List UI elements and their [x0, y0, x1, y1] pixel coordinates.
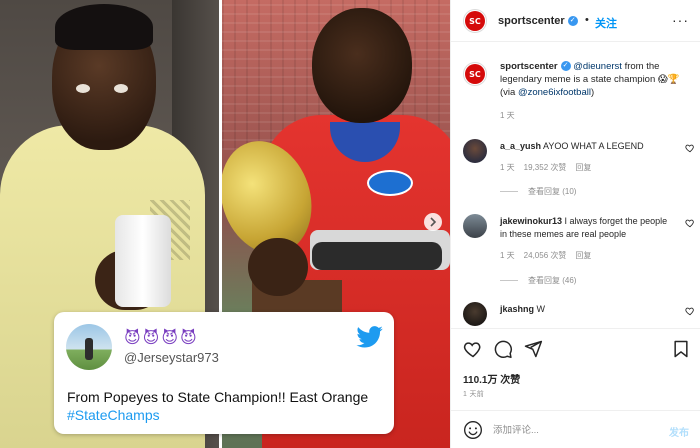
sc-logo-mark: SC: [465, 64, 485, 84]
comment-time: 1 天: [500, 251, 515, 260]
boy-eye: [76, 84, 90, 93]
comment-meta: 1 天 24,056 次赞 回复: [500, 250, 600, 261]
verified-icon: ✓: [567, 16, 578, 27]
comment-bubble-icon[interactable]: [493, 339, 513, 359]
caption-mention-dieunerst[interactable]: @dieunerst: [573, 61, 622, 72]
next-image-button[interactable]: [424, 213, 442, 231]
caption-body: sportscenter ✓ @dieunerst from the legend…: [500, 60, 696, 99]
comment-likes[interactable]: 24,056 次赞: [524, 251, 567, 260]
view-replies-button[interactable]: 查看回复 (46): [500, 275, 576, 286]
header-separator: •: [585, 14, 589, 26]
view-replies-label: 查看回复 (10): [528, 187, 577, 196]
tweet-handle: @Jerseystar973: [124, 350, 219, 365]
boy-hair: [55, 4, 153, 50]
comment-item: jkashng W: [463, 302, 695, 326]
likes-count[interactable]: 110.1万 次赞: [463, 371, 520, 386]
tweet-avatar: [66, 324, 112, 370]
comment-text: W: [536, 304, 546, 314]
player-head: [312, 8, 412, 123]
comment-body: a_a_yush AYOO WHAT A LEGEND: [500, 140, 670, 153]
view-replies-button[interactable]: 查看回复 (10): [500, 186, 576, 197]
replies-line: [500, 280, 518, 282]
comment-like-heart-icon[interactable]: [685, 143, 695, 153]
sportscenter-logo: SC: [463, 62, 487, 86]
caption-time: 1 天: [500, 111, 515, 120]
comment-composer: 发布: [451, 410, 700, 448]
comment-username[interactable]: jkashng: [500, 304, 534, 314]
post-header: SC sportscenter ✓ • 关注 ···: [451, 0, 700, 42]
tweet-card: 😈😈😈😈 @Jerseystar973 From Popeyes to Stat…: [54, 312, 394, 434]
emoji-smiley-icon[interactable]: [463, 420, 483, 440]
commenter-avatar[interactable]: [463, 139, 487, 163]
caption-via-prefix: (via: [500, 87, 518, 98]
twitter-bird-icon: [356, 326, 383, 348]
comment-reply-button[interactable]: 回复: [575, 163, 591, 172]
caption-mention-zone6ix[interactable]: @zone6ixfootball: [518, 87, 591, 98]
comment-meta: 1 天 19,352 次赞 回复: [500, 162, 600, 173]
comment-username[interactable]: jakewinokur13: [500, 216, 562, 226]
view-replies-label: 查看回复 (46): [528, 276, 577, 285]
player-hand: [248, 238, 308, 296]
comment-item: jakewinokur13 I always forget the people…: [463, 214, 695, 286]
sc-logo-mark: SC: [465, 11, 485, 31]
header-username-text: sportscenter: [498, 15, 565, 27]
save-bookmark-icon[interactable]: [671, 339, 691, 359]
pads-strap: [312, 242, 442, 270]
comment-text: AYOO WHAT A LEGEND: [543, 141, 644, 151]
team-logo: [367, 170, 413, 196]
tweet-text: From Popeyes to State Champion!! East Or…: [67, 388, 387, 424]
comment-body: jakewinokur13 I always forget the people…: [500, 215, 670, 241]
post-panel: SC sportscenter ✓ • 关注 ··· SC sportscente…: [450, 0, 700, 448]
share-send-icon[interactable]: [523, 339, 543, 359]
comment-body: jkashng W: [500, 303, 670, 316]
post-media[interactable]: 😈😈😈😈 @Jerseystar973 From Popeyes to Stat…: [0, 0, 450, 448]
verified-icon: ✓: [560, 61, 571, 72]
chevron-right-icon: [430, 217, 437, 227]
post-actions: [451, 328, 700, 368]
replies-line: [500, 191, 518, 193]
sportscenter-logo: SC: [463, 9, 487, 33]
cup: [115, 215, 171, 307]
follow-button[interactable]: 关注: [595, 15, 617, 31]
tweet-body: From Popeyes to State Champion!! East Or…: [67, 389, 369, 405]
comment-reply-button[interactable]: 回复: [575, 251, 591, 260]
commenter-avatar[interactable]: [463, 214, 487, 238]
like-heart-icon[interactable]: [463, 339, 483, 359]
comment-like-heart-icon[interactable]: [685, 218, 695, 228]
caption-username[interactable]: sportscenter: [500, 61, 558, 72]
avatar-figure: [85, 338, 93, 360]
caption-avatar[interactable]: SC: [463, 62, 487, 86]
caption-via-suffix: ): [590, 87, 595, 98]
tweet-hashtag[interactable]: #StateChamps: [67, 407, 160, 423]
comment-like-heart-icon[interactable]: [685, 306, 695, 316]
more-options-icon[interactable]: ···: [672, 12, 689, 28]
header-username[interactable]: sportscenter ✓: [498, 15, 578, 27]
comment-likes[interactable]: 19,352 次赞: [524, 163, 567, 172]
comment-username[interactable]: a_a_yush: [500, 141, 541, 151]
post-comment-button[interactable]: 发布: [669, 424, 689, 439]
comment-item: a_a_yush AYOO WHAT A LEGEND 1 天 19,352 次赞…: [463, 139, 695, 199]
tweet-emojis: 😈😈😈😈: [124, 330, 199, 347]
post-time: 1 天前: [463, 391, 485, 398]
commenter-avatar[interactable]: [463, 302, 487, 326]
boy-eye: [114, 84, 128, 93]
comment-input[interactable]: [493, 421, 653, 439]
comment-time: 1 天: [500, 163, 515, 172]
header-avatar[interactable]: SC: [463, 9, 487, 33]
